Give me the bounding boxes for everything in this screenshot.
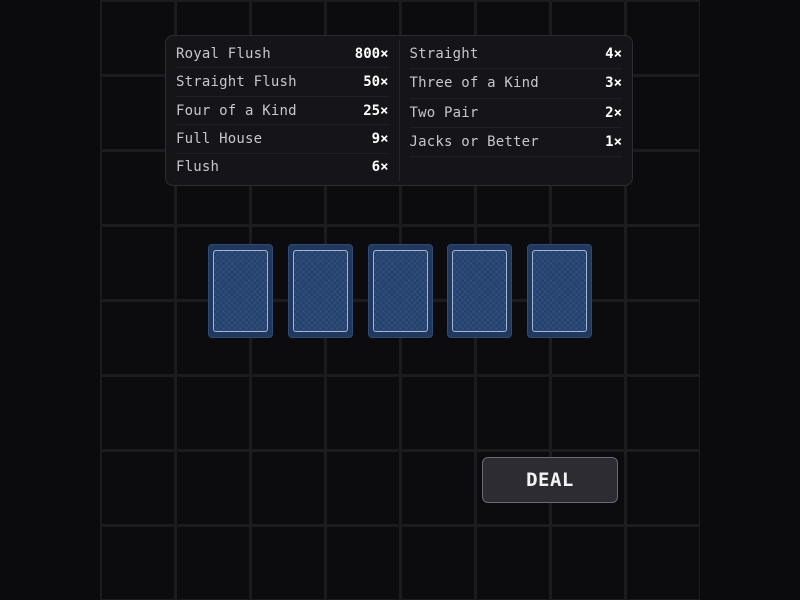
game-stage: Royal Flush 800× Straight Flush 50× Four…: [0, 0, 800, 600]
paytable-row: Three of a Kind 3×: [409, 69, 622, 99]
payout-multiplier: 4×: [605, 46, 622, 63]
card-hand: [208, 244, 592, 338]
hand-name: Four of a Kind: [176, 102, 297, 119]
paytable-row: Full House 9×: [176, 125, 389, 154]
card-back: [372, 250, 428, 332]
hand-name: Straight Flush: [176, 74, 297, 91]
paytable-row: Four of a Kind 25×: [176, 97, 389, 126]
payout-multiplier: 50×: [363, 74, 389, 91]
card-slot-1[interactable]: [208, 244, 273, 338]
hand-name: Flush: [176, 159, 220, 176]
hand-name: Full House: [176, 130, 263, 147]
payout-multiplier: 3×: [605, 75, 622, 92]
paytable: Royal Flush 800× Straight Flush 50× Four…: [165, 35, 633, 186]
card-slot-5[interactable]: [527, 244, 592, 338]
paytable-row: Jacks or Better 1×: [409, 128, 622, 158]
card-slot-2[interactable]: [287, 244, 353, 338]
deal-button[interactable]: DEAL: [482, 457, 618, 503]
payout-multiplier: 9×: [371, 130, 389, 147]
card-slot-3[interactable]: [367, 244, 433, 338]
paytable-row: Flush 6×: [176, 154, 389, 181]
card-back: [292, 250, 348, 332]
payout-multiplier: 2×: [605, 104, 622, 121]
hand-name: Jacks or Better: [409, 134, 539, 151]
paytable-column-left: Royal Flush 800× Straight Flush 50× Four…: [166, 40, 400, 181]
paytable-column-right: Straight 4× Three of a Kind 3× Two Pair …: [400, 40, 633, 181]
paytable-row: Straight 4×: [409, 40, 622, 70]
card-back: [213, 250, 268, 332]
payout-multiplier: 25×: [363, 102, 389, 119]
hand-name: Royal Flush: [176, 45, 271, 62]
card-back: [532, 250, 587, 332]
payout-multiplier: 800×: [354, 45, 389, 62]
payout-multiplier: 6×: [371, 159, 389, 176]
paytable-row: Two Pair 2×: [409, 99, 622, 128]
payout-multiplier: 1×: [605, 134, 622, 151]
hand-name: Two Pair: [409, 104, 479, 121]
hand-name: Three of a Kind: [409, 75, 539, 92]
card-back: [452, 250, 508, 332]
card-slot-4[interactable]: [447, 244, 513, 338]
paytable-row: Royal Flush 800×: [176, 40, 389, 69]
hand-name: Straight: [409, 46, 479, 63]
paytable-row: Straight Flush 50×: [176, 68, 389, 97]
